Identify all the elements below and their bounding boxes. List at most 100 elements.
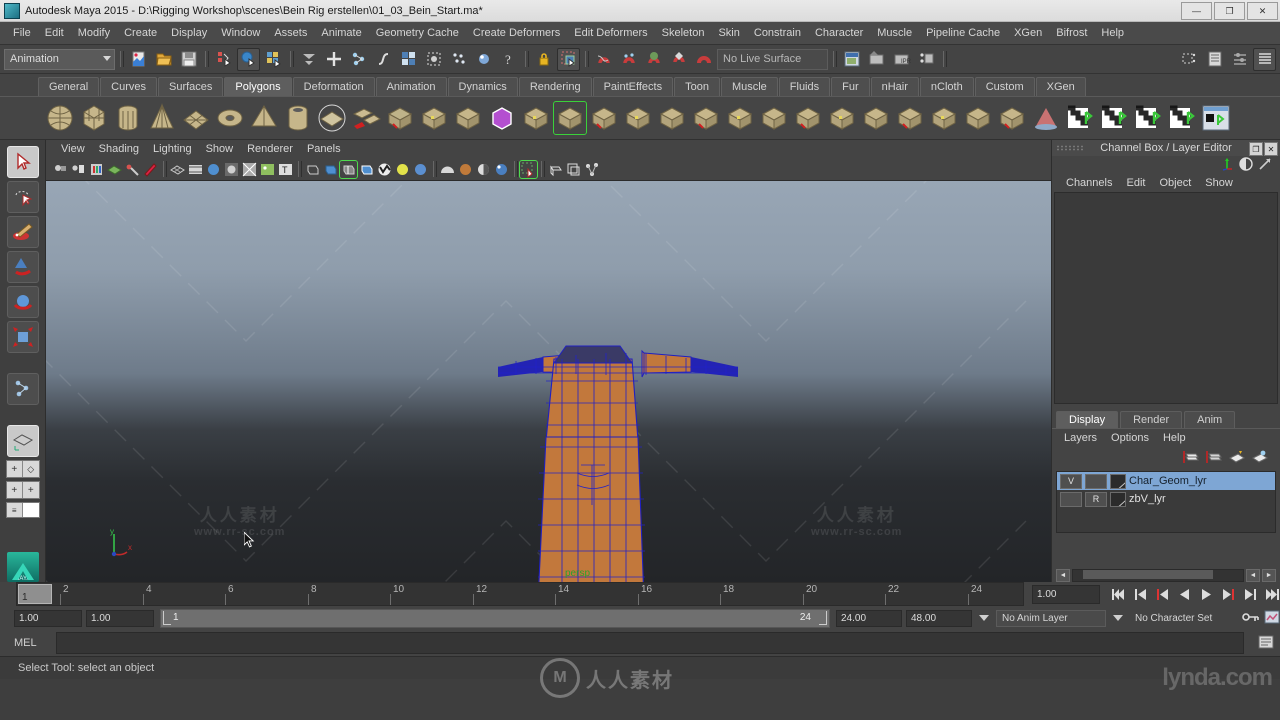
sidebar-show-icon[interactable] [1178,48,1201,71]
panel-close-button[interactable]: ✕ [1264,142,1278,156]
poly-split-icon[interactable] [962,102,994,134]
close-button[interactable]: ✕ [1247,2,1278,20]
go-to-end-icon[interactable] [1264,587,1280,602]
menu-item-constrain[interactable]: Constrain [747,24,808,42]
film-gate-icon[interactable] [187,161,204,178]
menu-item-pipeline-cache[interactable]: Pipeline Cache [919,24,1007,42]
script-editor-icon[interactable] [1258,635,1274,652]
shelf-tab-fur[interactable]: Fur [831,77,870,96]
channel-box-icon[interactable] [1220,157,1234,174]
menu-item-geometry-cache[interactable]: Geometry Cache [369,24,466,42]
layer-visibility-toggle[interactable] [1060,491,1082,507]
image-plane-icon[interactable] [106,161,123,178]
wireframe-shading-icon[interactable] [304,161,321,178]
range-slider-bar[interactable]: 1 24 [160,608,830,628]
time-slider[interactable]: 1 2 4 6 8 10 12 14 16 18 20 22 24 [16,582,1024,606]
scroll-thumb[interactable] [1083,570,1213,579]
isolate-select-icon[interactable] [519,159,538,179]
channel-box-menu[interactable]: Channels Edit Object Show [1052,174,1280,192]
layer-editor-tab-anim[interactable]: Anim [1184,411,1236,428]
toggle-layer-b-icon[interactable] [1251,450,1268,467]
scroll-left-button[interactable]: ◄ [1056,569,1070,582]
live-surface-field[interactable]: No Live Surface [717,48,828,70]
layout-two-pane-stacked-icon[interactable]: + [7,482,23,498]
display-layer-list[interactable]: V Char_Geom_lyr RzbV_lyr [1056,471,1276,533]
poly-helix-icon[interactable] [452,102,484,134]
viewport-menu-item-renderer[interactable]: Renderer [240,141,300,157]
scroll-track[interactable] [1072,569,1244,582]
channel-box-menu-item-edit[interactable]: Edit [1120,175,1151,191]
layer-color-swatch[interactable] [1110,473,1126,489]
range-start-grip[interactable] [163,610,171,625]
new-layer-from-selected-icon[interactable] [1205,450,1222,467]
layout-presets-grid-2[interactable]: + + [5,481,40,499]
key-icon[interactable] [1242,610,1260,627]
poly-plane-icon[interactable] [180,102,212,134]
current-frame-indicator[interactable]: 1 [18,584,52,604]
channel-box-icon[interactable] [1253,47,1276,71]
poly-sphere-icon[interactable] [44,102,76,134]
select-tool-icon[interactable] [6,146,39,178]
panel-restore-button[interactable]: ❐ [1249,142,1263,156]
snap-to-projected-center-icon[interactable] [397,48,420,71]
render-region-icon[interactable]: IPR [890,48,913,71]
layout-presets-grid[interactable]: + ◇ [5,460,40,478]
poly-torus-icon[interactable] [214,102,246,134]
shelf-tab-polygons[interactable]: Polygons [224,77,292,96]
select-by-component-icon[interactable] [262,48,285,71]
text-icon[interactable]: T [277,161,294,178]
window-controls[interactable]: — ❐ ✕ [1181,2,1278,20]
shelf-tab-curves[interactable]: Curves [100,77,157,96]
new-layer-icon[interactable] [1182,450,1199,467]
layer-editor-tabs[interactable]: Display Render Anim [1052,410,1280,428]
new-scene-icon[interactable] [127,48,150,71]
scale-tool-icon[interactable] [6,321,39,353]
ipr-render-icon[interactable] [865,48,888,71]
layer-editor-buttons[interactable] [1052,447,1280,469]
uv-automatic-icon[interactable] [1166,102,1198,134]
poly-prism-icon[interactable] [520,102,552,134]
layout-outliner-icon[interactable]: ≡ [7,503,23,517]
range-end-field[interactable]: 24.00 [836,609,902,627]
layer-row[interactable]: RzbV_lyr [1057,490,1275,508]
shelf-tab-muscle[interactable]: Muscle [720,77,778,96]
magnet-surface-icon[interactable] [642,48,665,71]
help-icon[interactable]: ? [497,48,520,71]
layer-editor-menu-item-options[interactable]: Options [1105,430,1155,446]
play-backwards-icon[interactable] [1176,587,1192,602]
character-set-dropdown[interactable]: No Character Set [1130,610,1238,627]
rotate-tool-icon[interactable] [6,286,39,318]
menu-item-bifrost[interactable]: Bifrost [1049,24,1094,42]
animation-preferences-icon[interactable] [1264,610,1280,627]
toggle-layer-a-icon[interactable] [1228,450,1245,467]
shelf-tab-nhair[interactable]: nHair [870,77,919,96]
step-forward-frame-icon[interactable] [1242,587,1258,602]
booleans-icon[interactable] [588,102,620,134]
animation-end-field[interactable]: 48.00 [906,609,972,627]
chevron-down-icon-2[interactable] [1113,615,1123,621]
multi-cut-icon[interactable] [860,102,892,134]
shelf-tab-general[interactable]: General [38,77,100,96]
minimize-button[interactable]: — [1181,2,1212,20]
step-back-frame-icon[interactable] [1132,587,1148,602]
menu-item-character[interactable]: Character [808,24,870,42]
time-slider-row[interactable]: 1 2 4 6 8 10 12 14 16 18 20 22 24 1.00 [0,582,1280,606]
smooth-shade-selected-icon[interactable] [339,159,358,179]
menu-item-skin[interactable]: Skin [711,24,746,42]
channel-box-menu-item-channels[interactable]: Channels [1060,175,1118,191]
open-scene-icon[interactable] [152,48,175,71]
shelf-tab-custom[interactable]: Custom [974,77,1035,96]
viewport-menu-item-lighting[interactable]: Lighting [146,141,199,157]
layout-four-view-icon[interactable]: + [7,461,23,477]
anim-layer-dropdown[interactable]: No Anim Layer [996,609,1106,627]
channel-box-icon-row[interactable] [1052,156,1280,174]
camera-attributes-icon[interactable] [70,161,87,178]
textured-icon[interactable] [376,161,393,178]
channel-box-menu-item-show[interactable]: Show [1199,175,1239,191]
shelf-tab-dynamics[interactable]: Dynamics [447,77,518,96]
menu-item-file[interactable]: File [6,24,38,42]
smooth-shade-all-icon[interactable] [322,161,339,178]
play-forwards-icon[interactable] [1198,587,1214,602]
select-by-hierarchy-icon[interactable] [212,48,235,71]
layer-color-swatch[interactable] [1110,491,1126,507]
